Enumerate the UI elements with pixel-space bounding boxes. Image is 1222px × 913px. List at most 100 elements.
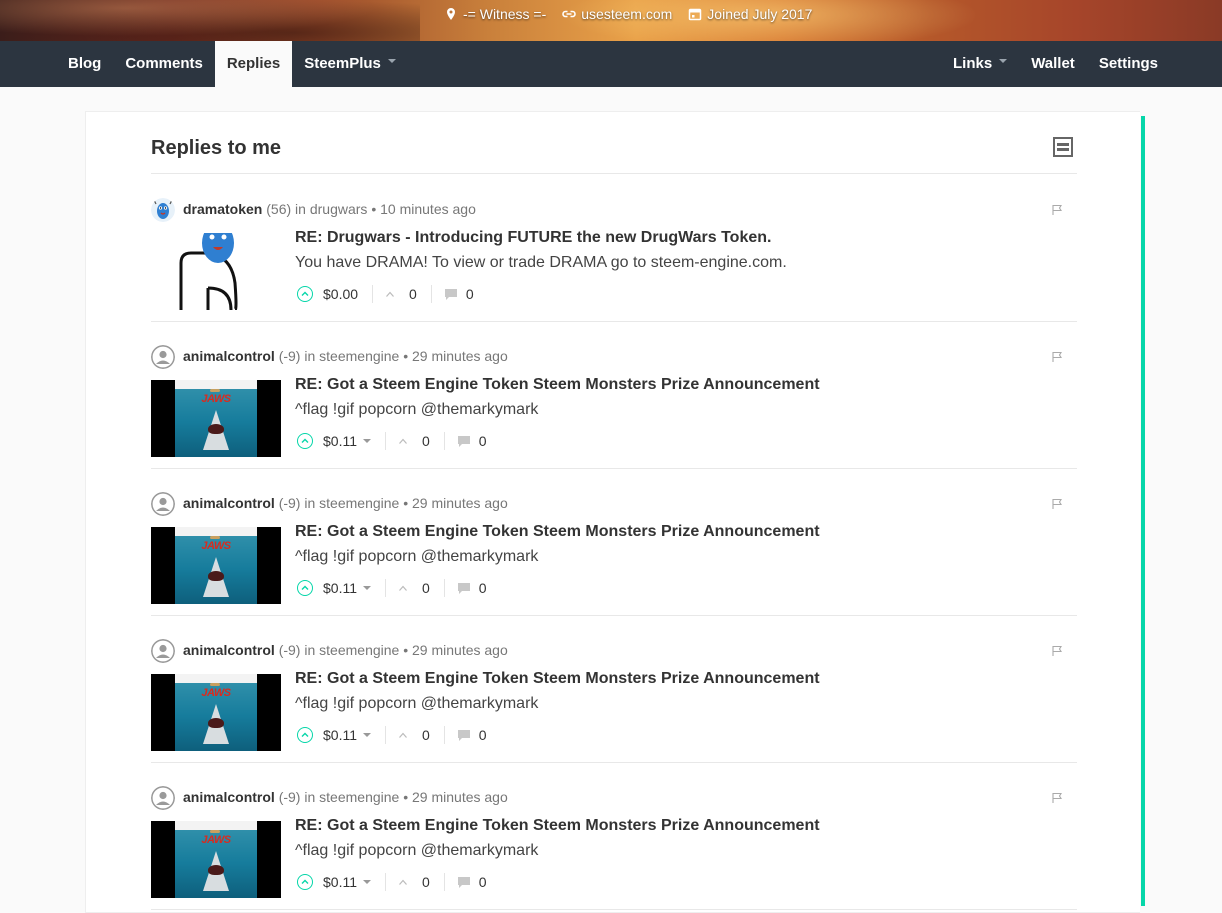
community-link[interactable]: steemengine	[319, 348, 399, 364]
post-thumbnail[interactable]: JAWS	[151, 380, 281, 457]
divider	[385, 579, 386, 597]
chevron-up-icon	[301, 732, 309, 737]
author-link[interactable]: animalcontrol	[183, 495, 275, 511]
timestamp[interactable]: • 10 minutes ago	[371, 201, 476, 217]
post-thumbnail[interactable]	[151, 233, 281, 310]
flag-icon[interactable]	[1051, 204, 1063, 216]
chevron-down-icon	[363, 439, 371, 443]
reply-title[interactable]: RE: Drugwars - Introducing FUTURE the ne…	[295, 229, 771, 247]
profile-joined-text: Joined July 2017	[707, 6, 813, 22]
reply-item: animalcontrol (-9) in steemengine • 29 m…	[151, 762, 1077, 910]
tab-blog[interactable]: Blog	[56, 41, 113, 87]
chevron-up-icon	[301, 438, 309, 443]
upvote-button[interactable]	[297, 286, 313, 302]
nav-left: Blog Comments Replies SteemPlus	[56, 41, 408, 87]
tab-replies[interactable]: Replies	[214, 41, 293, 87]
payout-value[interactable]: $0.11	[323, 727, 371, 743]
reply-count[interactable]: 0	[457, 580, 487, 596]
author-link[interactable]: animalcontrol	[183, 348, 275, 364]
avatar[interactable]	[151, 786, 175, 810]
reply-title[interactable]: RE: Got a Steem Engine Token Steem Monst…	[295, 670, 820, 688]
divider	[443, 873, 445, 891]
reply-count[interactable]: 0	[457, 727, 487, 743]
timestamp[interactable]: • 29 minutes ago	[403, 642, 508, 658]
reply-actions: $0.11 0 0	[297, 577, 487, 599]
voters-count[interactable]: 0	[398, 874, 430, 890]
flag-icon[interactable]	[1051, 351, 1063, 363]
reply-title[interactable]: RE: Got a Steem Engine Token Steem Monst…	[295, 817, 820, 835]
settings-link[interactable]: Settings	[1087, 41, 1170, 87]
chevron-up-icon	[386, 291, 394, 297]
divider	[385, 726, 386, 744]
reply-title[interactable]: RE: Got a Steem Engine Token Steem Monst…	[295, 523, 820, 541]
post-thumbnail[interactable]: JAWS	[151, 527, 281, 604]
tab-comments[interactable]: Comments	[113, 41, 215, 87]
avatar[interactable]	[151, 492, 175, 516]
votes-count: 0	[422, 433, 430, 449]
payout-value[interactable]: $0.11	[323, 433, 371, 449]
comment-icon	[457, 435, 470, 447]
timestamp[interactable]: • 29 minutes ago	[403, 348, 508, 364]
chevron-up-icon	[301, 291, 309, 296]
upvote-button[interactable]	[297, 727, 313, 743]
reply-actions: $0.00 0 0	[297, 283, 474, 305]
timestamp[interactable]: • 29 minutes ago	[403, 789, 508, 805]
author-link[interactable]: animalcontrol	[183, 789, 275, 805]
profile-location-text: -= Witness =-	[463, 6, 547, 22]
community-link[interactable]: steemengine	[319, 642, 399, 658]
reply-title[interactable]: RE: Got a Steem Engine Token Steem Monst…	[295, 376, 820, 394]
community-link[interactable]: steemengine	[319, 495, 399, 511]
layout-toggle-icon[interactable]	[1053, 137, 1073, 157]
upvote-button[interactable]	[297, 433, 313, 449]
payout-value[interactable]: $0.11	[323, 580, 371, 596]
reply-body[interactable]: ^flag !gif popcorn @themarkymark	[295, 548, 538, 566]
profile-meta: -= Witness =- usesteem.com Joined July 2…	[444, 5, 812, 23]
votes-count: 0	[422, 874, 430, 890]
upvote-button[interactable]	[297, 580, 313, 596]
voters-count[interactable]: 0	[398, 727, 430, 743]
voters-count[interactable]: 0	[385, 286, 417, 302]
reply-count[interactable]: 0	[457, 874, 487, 890]
community-link[interactable]: steemengine	[319, 789, 399, 805]
votes-count: 0	[422, 727, 430, 743]
community-link[interactable]: drugwars	[310, 201, 368, 217]
wallet-link[interactable]: Wallet	[1019, 41, 1087, 87]
post-thumbnail[interactable]: JAWS	[151, 821, 281, 898]
avatar[interactable]	[151, 198, 175, 222]
avatar[interactable]	[151, 639, 175, 663]
avatar[interactable]	[151, 345, 175, 369]
author-link[interactable]: animalcontrol	[183, 642, 275, 658]
in-label: in	[304, 789, 316, 805]
voters-count[interactable]: 0	[398, 433, 430, 449]
links-menu[interactable]: Links	[941, 41, 1019, 87]
upvote-button[interactable]	[297, 874, 313, 890]
reply-body[interactable]: ^flag !gif popcorn @themarkymark	[295, 842, 538, 860]
payout-amount: $0.11	[323, 727, 357, 743]
comments-count: 0	[465, 286, 474, 302]
reply-count[interactable]: 0	[457, 433, 487, 449]
reply-item: animalcontrol (-9) in steemengine • 29 m…	[151, 468, 1077, 616]
jaws-poster-image: JAWS	[175, 527, 257, 604]
reply-count[interactable]: 0	[444, 286, 474, 302]
tab-steemplus[interactable]: SteemPlus	[292, 41, 408, 87]
timestamp[interactable]: • 29 minutes ago	[403, 495, 508, 511]
reply-meta: animalcontrol (-9) in steemengine • 29 m…	[183, 789, 508, 805]
reply-body[interactable]: ^flag !gif popcorn @themarkymark	[295, 401, 538, 419]
votes-count: 0	[422, 580, 430, 596]
profile-website[interactable]: usesteem.com	[562, 6, 672, 22]
reply-body[interactable]: ^flag !gif popcorn @themarkymark	[295, 695, 538, 713]
in-label: in	[304, 495, 316, 511]
voters-count[interactable]: 0	[398, 580, 430, 596]
tab-replies-label: Replies	[226, 55, 281, 72]
post-thumbnail[interactable]: JAWS	[151, 674, 281, 751]
flag-icon[interactable]	[1051, 792, 1063, 804]
in-label: in	[304, 642, 316, 658]
payout-value[interactable]: $0.00	[323, 286, 358, 302]
author-link[interactable]: dramatoken	[183, 201, 262, 217]
profile-website-link[interactable]: usesteem.com	[581, 6, 672, 22]
payout-value[interactable]: $0.11	[323, 874, 371, 890]
flag-icon[interactable]	[1051, 645, 1063, 657]
reply-body[interactable]: You have DRAMA! To view or trade DRAMA g…	[295, 254, 787, 272]
link-icon	[562, 10, 577, 18]
flag-icon[interactable]	[1051, 498, 1063, 510]
